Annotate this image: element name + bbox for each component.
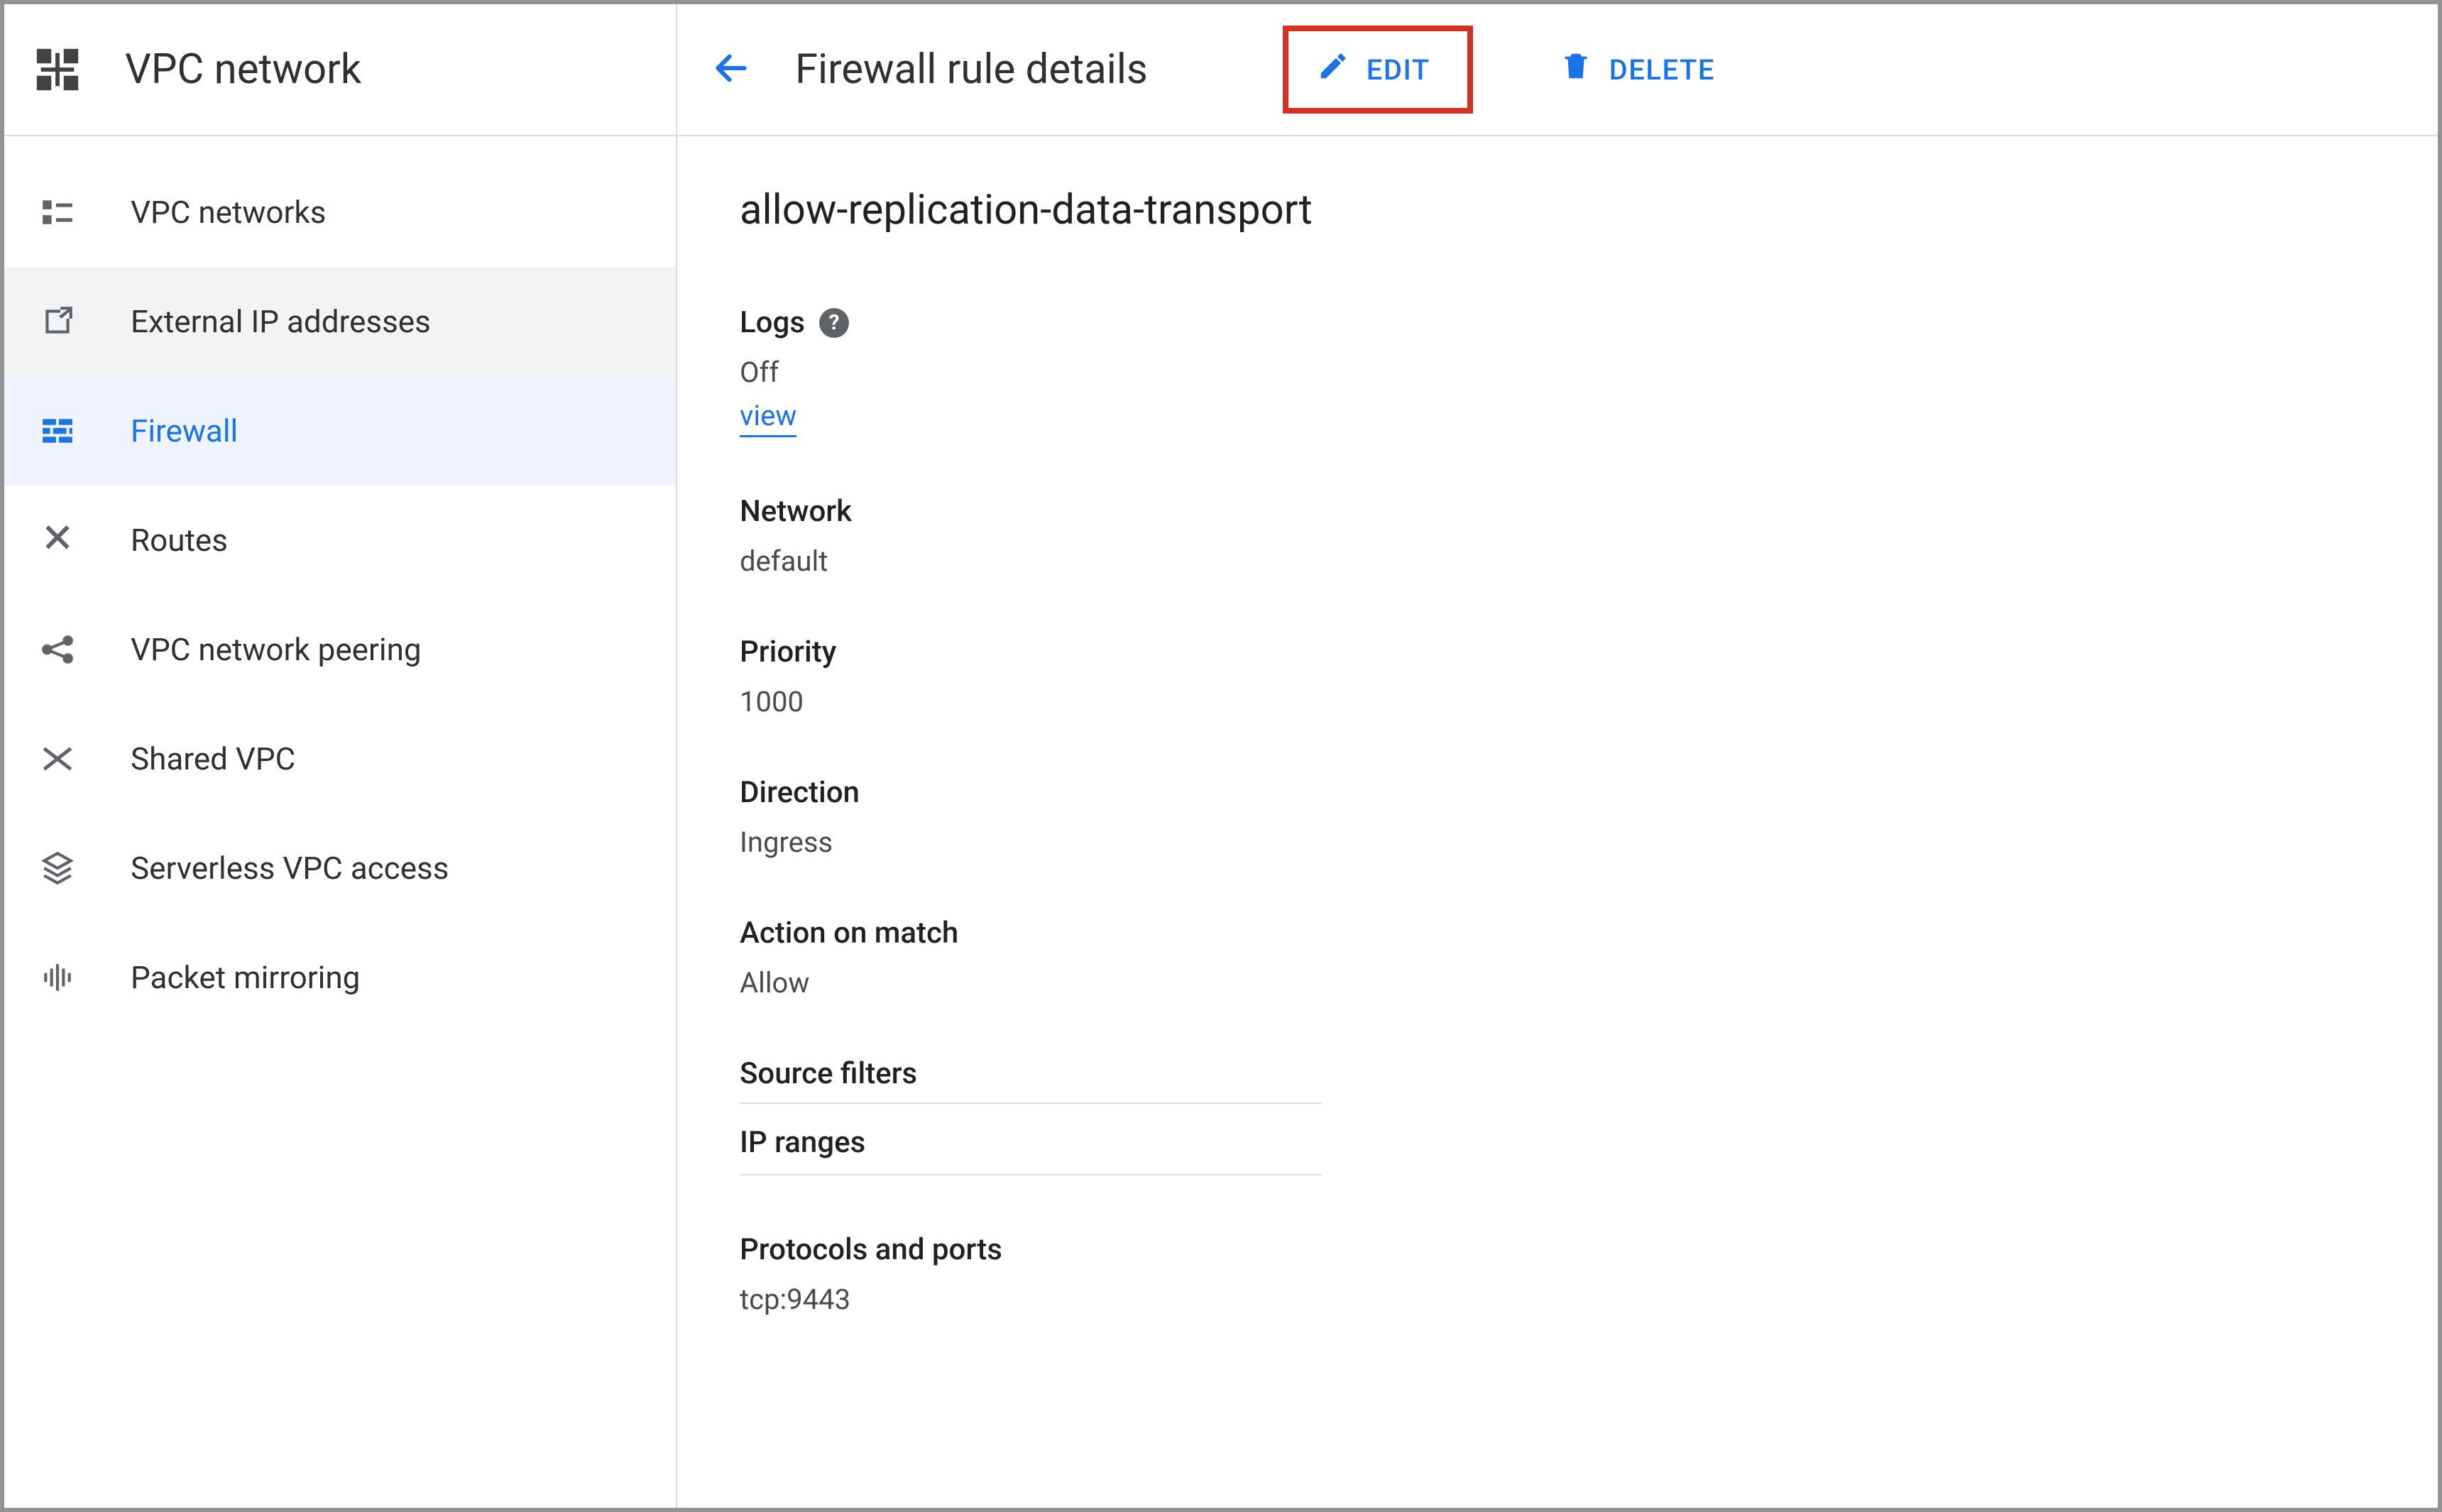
sidebar-item-packet-mirroring[interactable]: Packet mirroring — [4, 923, 676, 1032]
sidebar-item-label: VPC networks — [131, 194, 326, 231]
sidebar-item-label: Packet mirroring — [131, 959, 360, 996]
source-filters-header: Source filters — [740, 1056, 1322, 1104]
sidebar-item-label: Serverless VPC access — [131, 850, 449, 887]
network-list-icon — [40, 195, 75, 230]
routes-icon — [40, 522, 75, 558]
topbar: Firewall rule details EDIT DELETE — [677, 4, 2438, 136]
edit-label: EDIT — [1367, 53, 1430, 87]
packet-mirroring-icon — [40, 960, 75, 995]
protocols-label: Protocols and ports — [740, 1232, 2438, 1267]
priority-value: 1000 — [740, 685, 2438, 718]
shared-vpc-icon — [40, 741, 75, 777]
sidebar-header: VPC network — [4, 4, 676, 136]
action-value: Allow — [740, 966, 2438, 999]
serverless-vpc-icon — [40, 850, 75, 886]
direction-field: Direction Ingress — [740, 775, 2438, 859]
delete-button[interactable]: DELETE — [1531, 33, 1743, 106]
back-button[interactable] — [696, 34, 767, 105]
vpc-network-icon — [33, 45, 82, 94]
network-value: default — [740, 544, 2438, 578]
sidebar-item-label: Shared VPC — [131, 740, 295, 777]
priority-label: Priority — [740, 635, 2438, 669]
protocols-value: tcp:9443 — [740, 1283, 2438, 1316]
delete-label: DELETE — [1609, 53, 1715, 87]
logs-label-text: Logs — [740, 305, 805, 340]
edit-highlight-box: EDIT — [1283, 26, 1473, 114]
sidebar-item-label: Routes — [131, 522, 228, 559]
product-title: VPC network — [125, 45, 361, 94]
logs-view-link[interactable]: view — [740, 399, 796, 437]
direction-value: Ingress — [740, 826, 2438, 859]
direction-label: Direction — [740, 775, 2438, 810]
sidebar-item-label: VPC network peering — [131, 631, 422, 668]
sidebar-item-external-ip[interactable]: External IP addresses — [4, 267, 676, 376]
sidebar-item-shared-vpc[interactable]: Shared VPC — [4, 704, 676, 813]
arrow-left-icon — [711, 48, 751, 91]
action-label: Action on match — [740, 916, 2438, 951]
external-ip-icon — [40, 304, 75, 339]
logs-field: Logs ? Off view — [740, 305, 2438, 437]
page-title: Firewall rule details — [795, 45, 1148, 94]
sidebar-item-serverless-vpc[interactable]: Serverless VPC access — [4, 813, 676, 923]
content: allow-replication-data-transport Logs ? … — [677, 136, 2438, 1373]
sidebar-item-routes[interactable]: Routes — [4, 486, 676, 595]
sidebar-item-firewall[interactable]: Firewall — [4, 376, 676, 486]
logs-value: Off — [740, 356, 2438, 389]
peering-icon — [40, 632, 75, 667]
rule-name: allow-replication-data-transport — [740, 186, 2438, 234]
firewall-icon — [40, 413, 75, 449]
pencil-icon — [1317, 50, 1349, 89]
logs-label: Logs ? — [740, 305, 2438, 340]
priority-field: Priority 1000 — [740, 635, 2438, 718]
trash-icon — [1560, 50, 1592, 89]
sidebar-item-label: External IP addresses — [131, 303, 431, 340]
network-label: Network — [740, 494, 2438, 529]
sidebar-item-vpc-networks[interactable]: VPC networks — [4, 158, 676, 267]
sidebar-item-peering[interactable]: VPC network peering — [4, 595, 676, 704]
ip-ranges-row: IP ranges — [740, 1104, 1322, 1176]
main: Firewall rule details EDIT DELETE allow-… — [677, 4, 2438, 1508]
sidebar: VPC network VPC networks External IP add… — [4, 4, 677, 1508]
network-field: Network default — [740, 494, 2438, 578]
edit-button[interactable]: EDIT — [1288, 33, 1459, 106]
help-icon[interactable]: ? — [819, 308, 849, 338]
action-field: Action on match Allow — [740, 916, 2438, 999]
sidebar-nav: VPC networks External IP addresses Firew… — [4, 136, 676, 1032]
protocols-field: Protocols and ports tcp:9443 — [740, 1232, 2438, 1316]
sidebar-item-label: Firewall — [131, 412, 238, 449]
